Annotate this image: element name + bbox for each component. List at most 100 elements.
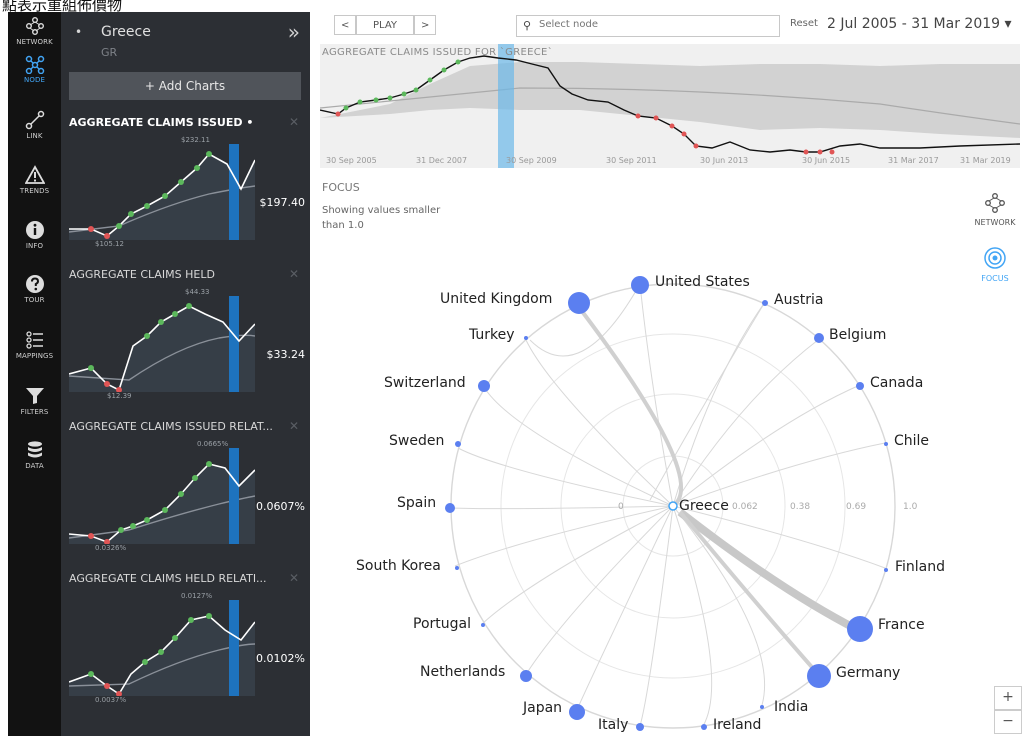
rail-label: INFO bbox=[25, 242, 44, 250]
rail-item-filters[interactable]: FILTERS bbox=[8, 386, 61, 416]
focus-view-button[interactable]: FOCUS bbox=[970, 246, 1020, 283]
node-label: India bbox=[774, 699, 808, 715]
node-austria[interactable] bbox=[762, 300, 768, 306]
rail-item-info[interactable]: INFO bbox=[8, 220, 61, 250]
node-germany[interactable] bbox=[807, 664, 831, 688]
filter-icon bbox=[25, 388, 44, 404]
next-button[interactable]: > bbox=[414, 15, 436, 35]
search-icon: ⚲ bbox=[523, 19, 532, 32]
timeline-chart[interactable]: 30 Sep 2005 31 Dec 2007 30 Sep 2009 30 S… bbox=[320, 44, 1020, 168]
play-button[interactable]: PLAY bbox=[356, 15, 414, 35]
mini-chart-min: $105.12 bbox=[95, 240, 124, 248]
node-turkey[interactable] bbox=[524, 336, 528, 340]
node-label: Italy bbox=[598, 717, 628, 733]
reset-link[interactable]: Reset bbox=[790, 18, 818, 29]
zoom-out-button[interactable]: − bbox=[994, 710, 1022, 734]
node-icon bbox=[25, 55, 44, 74]
search-input[interactable] bbox=[537, 18, 771, 31]
bullet: • bbox=[75, 25, 83, 39]
node-united-kingdom[interactable] bbox=[568, 292, 590, 314]
focus-heading: FOCUS bbox=[322, 181, 360, 194]
node-spain[interactable] bbox=[445, 503, 455, 513]
rail-item-data[interactable]: DATA bbox=[8, 440, 61, 470]
mini-chart-min: 0.0037% bbox=[95, 696, 127, 704]
scale-label: 0 bbox=[618, 502, 624, 512]
caption-fragment: 點表示重組佈價物 bbox=[0, 0, 320, 12]
node-netherlands[interactable] bbox=[520, 670, 532, 682]
timeline-tick: 30 Sep 2009 bbox=[506, 156, 557, 165]
warning-triangle-icon bbox=[24, 165, 45, 184]
node-ireland[interactable] bbox=[701, 724, 707, 730]
timeline-tick: 30 Jun 2013 bbox=[700, 156, 748, 165]
center-node[interactable] bbox=[668, 501, 678, 511]
add-charts-button[interactable]: + Add Charts bbox=[69, 72, 301, 100]
nav-rail: NETWORK NODE LINK TRENDS INFO TOUR MAPPI… bbox=[8, 12, 61, 736]
node-label: Finland bbox=[895, 559, 945, 575]
close-icon[interactable]: ✕ bbox=[289, 115, 299, 129]
mini-chart-value: 0.0102% bbox=[256, 652, 305, 665]
close-icon[interactable]: ✕ bbox=[289, 267, 299, 281]
node-portugal[interactable] bbox=[481, 623, 485, 627]
focus-description: Showing values smaller than 1.0 bbox=[322, 205, 441, 231]
prev-button[interactable]: < bbox=[334, 15, 356, 35]
rail-item-network[interactable]: NETWORK bbox=[8, 16, 61, 46]
node-south-korea[interactable] bbox=[455, 566, 459, 570]
node-chile[interactable] bbox=[884, 442, 888, 446]
node-belgium[interactable] bbox=[814, 333, 824, 343]
mini-chart: AGGREGATE CLAIMS ISSUED • ✕ $232.11 $105… bbox=[69, 115, 306, 266]
rail-item-node[interactable]: NODE bbox=[8, 54, 61, 84]
view-label: FOCUS bbox=[981, 274, 1009, 283]
node-label: United Kingdom bbox=[440, 291, 552, 307]
node-search[interactable]: ⚲ bbox=[516, 15, 780, 37]
view-label: NETWORK bbox=[974, 218, 1016, 227]
node-finland[interactable] bbox=[884, 568, 888, 572]
mini-chart-title: AGGREGATE CLAIMS HELD RELATI... bbox=[69, 572, 267, 585]
network-icon bbox=[25, 17, 44, 35]
node-sweden[interactable] bbox=[455, 441, 461, 447]
node-france[interactable] bbox=[847, 616, 873, 642]
chart-panel: • Greece GR » + Add Charts AGGREGATE CLA… bbox=[61, 12, 310, 736]
rail-item-trends[interactable]: TRENDS bbox=[8, 165, 61, 195]
timeline-plot: 30 Sep 2005 31 Dec 2007 30 Sep 2009 30 S… bbox=[320, 44, 1020, 168]
mini-chart-plot bbox=[69, 600, 255, 696]
node-label: Portugal bbox=[413, 616, 471, 632]
node-switzerland[interactable] bbox=[478, 380, 490, 392]
node-label: Canada bbox=[870, 375, 923, 391]
timeline-tick: 31 Mar 2017 bbox=[888, 156, 939, 165]
node-label: Austria bbox=[774, 292, 823, 308]
mappings-icon bbox=[25, 331, 43, 349]
rail-item-link[interactable]: LINK bbox=[8, 110, 61, 140]
node-india[interactable] bbox=[760, 705, 764, 709]
node-label: Ireland bbox=[713, 717, 761, 733]
node-label: Switzerland bbox=[384, 375, 466, 391]
center-label: Greece bbox=[679, 498, 729, 514]
mini-chart-value: $197.40 bbox=[259, 196, 306, 209]
node-japan[interactable] bbox=[569, 704, 585, 720]
node-label: Germany bbox=[836, 665, 900, 681]
mini-chart: AGGREGATE CLAIMS HELD RELATI... ✕ 0.0127… bbox=[69, 571, 305, 722]
rail-label: LINK bbox=[26, 132, 43, 140]
close-icon[interactable]: ✕ bbox=[289, 419, 299, 433]
node-label: Sweden bbox=[389, 433, 444, 449]
node-italy[interactable] bbox=[636, 723, 644, 731]
date-range-select[interactable]: 2 Jul 2005 - 31 Mar 2019 ▾ bbox=[827, 16, 1012, 32]
scale-label: 1.0 bbox=[903, 502, 918, 512]
selected-country: Greece bbox=[101, 24, 151, 40]
timeline-tick: 30 Sep 2005 bbox=[326, 156, 377, 165]
timeline-tick: 30 Jun 2015 bbox=[802, 156, 850, 165]
mini-chart-title: AGGREGATE CLAIMS ISSUED • bbox=[69, 116, 254, 129]
rail-item-tour[interactable]: TOUR bbox=[8, 274, 61, 304]
node-canada[interactable] bbox=[856, 382, 864, 390]
double-chevron-right-icon[interactable]: » bbox=[288, 20, 300, 44]
node-label: Belgium bbox=[829, 327, 886, 343]
close-icon[interactable]: ✕ bbox=[289, 571, 299, 585]
rail-label: FILTERS bbox=[20, 408, 49, 416]
network-view-button[interactable]: NETWORK bbox=[970, 192, 1020, 227]
mini-chart-min: 0.0326% bbox=[95, 544, 127, 552]
country-code: GR bbox=[101, 46, 118, 59]
focus-target-icon bbox=[984, 247, 1006, 269]
zoom-in-button[interactable]: + bbox=[994, 686, 1022, 710]
rail-item-mappings[interactable]: MAPPINGS bbox=[8, 330, 61, 360]
node-united-states[interactable] bbox=[631, 276, 649, 294]
scale-label: 0.38 bbox=[790, 502, 810, 512]
